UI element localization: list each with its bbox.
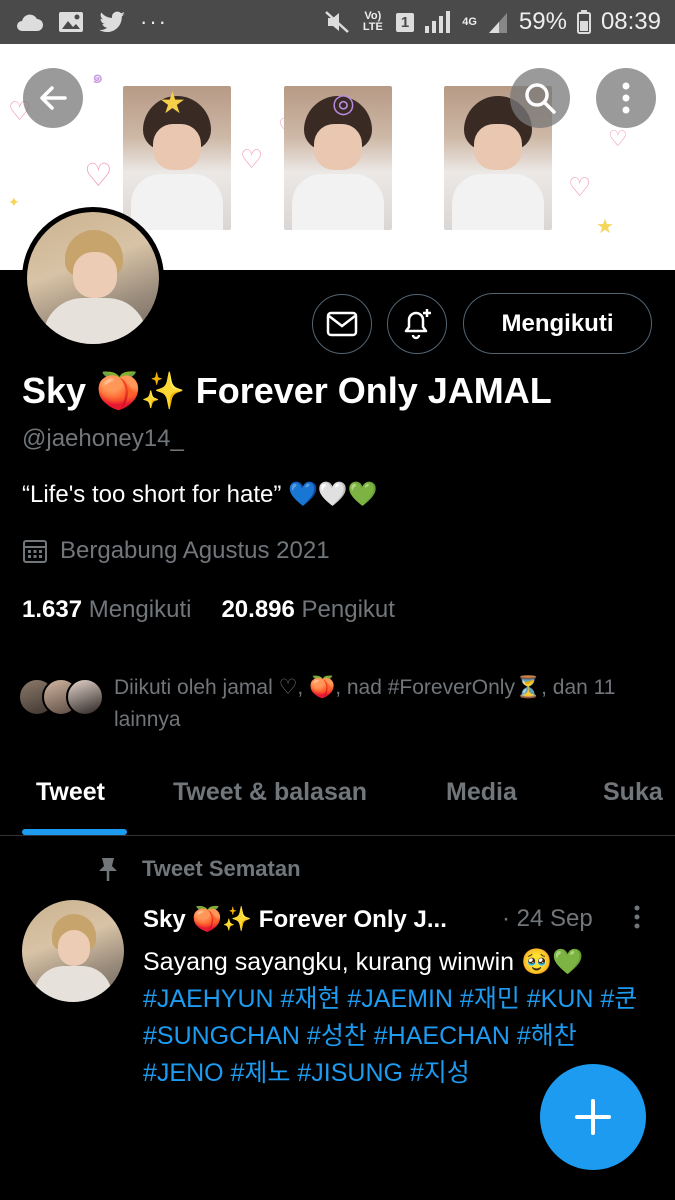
message-button[interactable] xyxy=(312,294,372,354)
tweet-text: Sayang sayangku, kurang winwin 🥹💚 xyxy=(143,948,584,976)
avatar[interactable] xyxy=(22,207,164,349)
profile-stats: 1.637 Mengikuti 20.896 Pengikut xyxy=(22,596,395,624)
signal-icon xyxy=(425,11,451,33)
heart-doodle: ♡ xyxy=(84,157,113,193)
banner-photo: ★ xyxy=(123,86,231,230)
calendar-icon xyxy=(23,540,47,563)
profile-tabs: Tweet Tweet & balasan Media Suka xyxy=(0,768,675,836)
back-arrow-icon xyxy=(40,86,67,110)
following-count: 1.637 xyxy=(22,596,83,623)
banner-photo: ◎ xyxy=(284,86,392,230)
pinned-label-text: Tweet Sematan xyxy=(142,856,301,881)
more-vertical-icon xyxy=(622,82,630,114)
following-label: Mengikuti xyxy=(88,596,192,623)
compose-tweet-button[interactable] xyxy=(540,1064,646,1170)
tab-tweet[interactable]: Tweet xyxy=(36,778,105,807)
twitter-bird-icon xyxy=(99,11,125,33)
followed-by-text: Diikuti oleh jamal ♡, 🍑, nad #ForeverOnl… xyxy=(114,676,616,731)
bell-plus-icon xyxy=(404,309,431,340)
active-tab-indicator xyxy=(22,829,127,835)
heart-doodle: ♡ xyxy=(240,144,264,174)
more-button[interactable] xyxy=(596,68,656,128)
clock: 08:39 xyxy=(600,8,661,35)
tweet-author-name[interactable]: Sky 🍑✨ Forever Only J... xyxy=(143,906,447,933)
followers-stat[interactable]: 20.896 Pengikut xyxy=(221,596,394,624)
tweet-date[interactable]: · 24 Sep xyxy=(502,905,593,933)
pinned-label: Tweet Sematan xyxy=(96,856,301,882)
battery-icon xyxy=(576,10,591,34)
heart-doodle: ♡ xyxy=(608,126,628,151)
following-stat[interactable]: 1.637 Mengikuti xyxy=(22,596,191,624)
back-button[interactable] xyxy=(23,68,83,128)
search-button[interactable] xyxy=(510,68,570,128)
more-notifications: ··· xyxy=(140,9,168,34)
image-icon xyxy=(59,12,83,32)
tweet-more-button[interactable] xyxy=(630,904,644,937)
joined-date: Bergabung Agustus 2021 xyxy=(22,537,330,565)
swirl-doodle: ๑ xyxy=(92,67,104,87)
signal-icon xyxy=(488,13,507,33)
star-doodle: ✦ xyxy=(8,194,20,210)
profile-bio: “Life's too short for hate” 💙🤍💚 xyxy=(22,481,378,508)
profile-handle: @jaehoney14_ xyxy=(22,425,184,452)
battery-percent: 59% xyxy=(518,8,567,35)
cloud-icon xyxy=(17,14,43,31)
search-icon xyxy=(525,83,556,114)
followers-count: 20.896 xyxy=(221,596,295,623)
star-doodle: ★ xyxy=(596,216,614,238)
tab-media[interactable]: Media xyxy=(446,778,517,807)
followers-label: Pengikut xyxy=(301,596,395,623)
profile-display-name: Sky 🍑✨ Forever Only JAMAL xyxy=(22,370,552,411)
tab-tweet-balasan[interactable]: Tweet & balasan xyxy=(173,778,367,807)
tweet-author-avatar[interactable] xyxy=(22,900,124,1002)
sim-badge: 1 xyxy=(395,12,415,32)
status-bar: ··· Vo) LTE 1 4G 59% 08:39 xyxy=(0,0,675,44)
heart-doodle: ♡ xyxy=(568,172,592,202)
plus-icon xyxy=(575,1099,611,1135)
mute-icon xyxy=(325,11,349,33)
follower-avatar xyxy=(66,678,104,716)
tab-suka[interactable]: Suka xyxy=(603,778,663,807)
following-button[interactable]: Mengikuti xyxy=(463,293,652,354)
network-label: 4G xyxy=(462,15,477,28)
joined-label: Bergabung Agustus 2021 xyxy=(60,537,330,564)
notification-button[interactable] xyxy=(387,294,447,354)
more-vertical-icon xyxy=(634,905,640,929)
mail-icon xyxy=(326,311,358,337)
pin-icon xyxy=(99,858,117,881)
carrier-label: Vo) LTE xyxy=(362,10,383,33)
tweet-header: Sky 🍑✨ Forever Only J... xyxy=(143,905,447,934)
